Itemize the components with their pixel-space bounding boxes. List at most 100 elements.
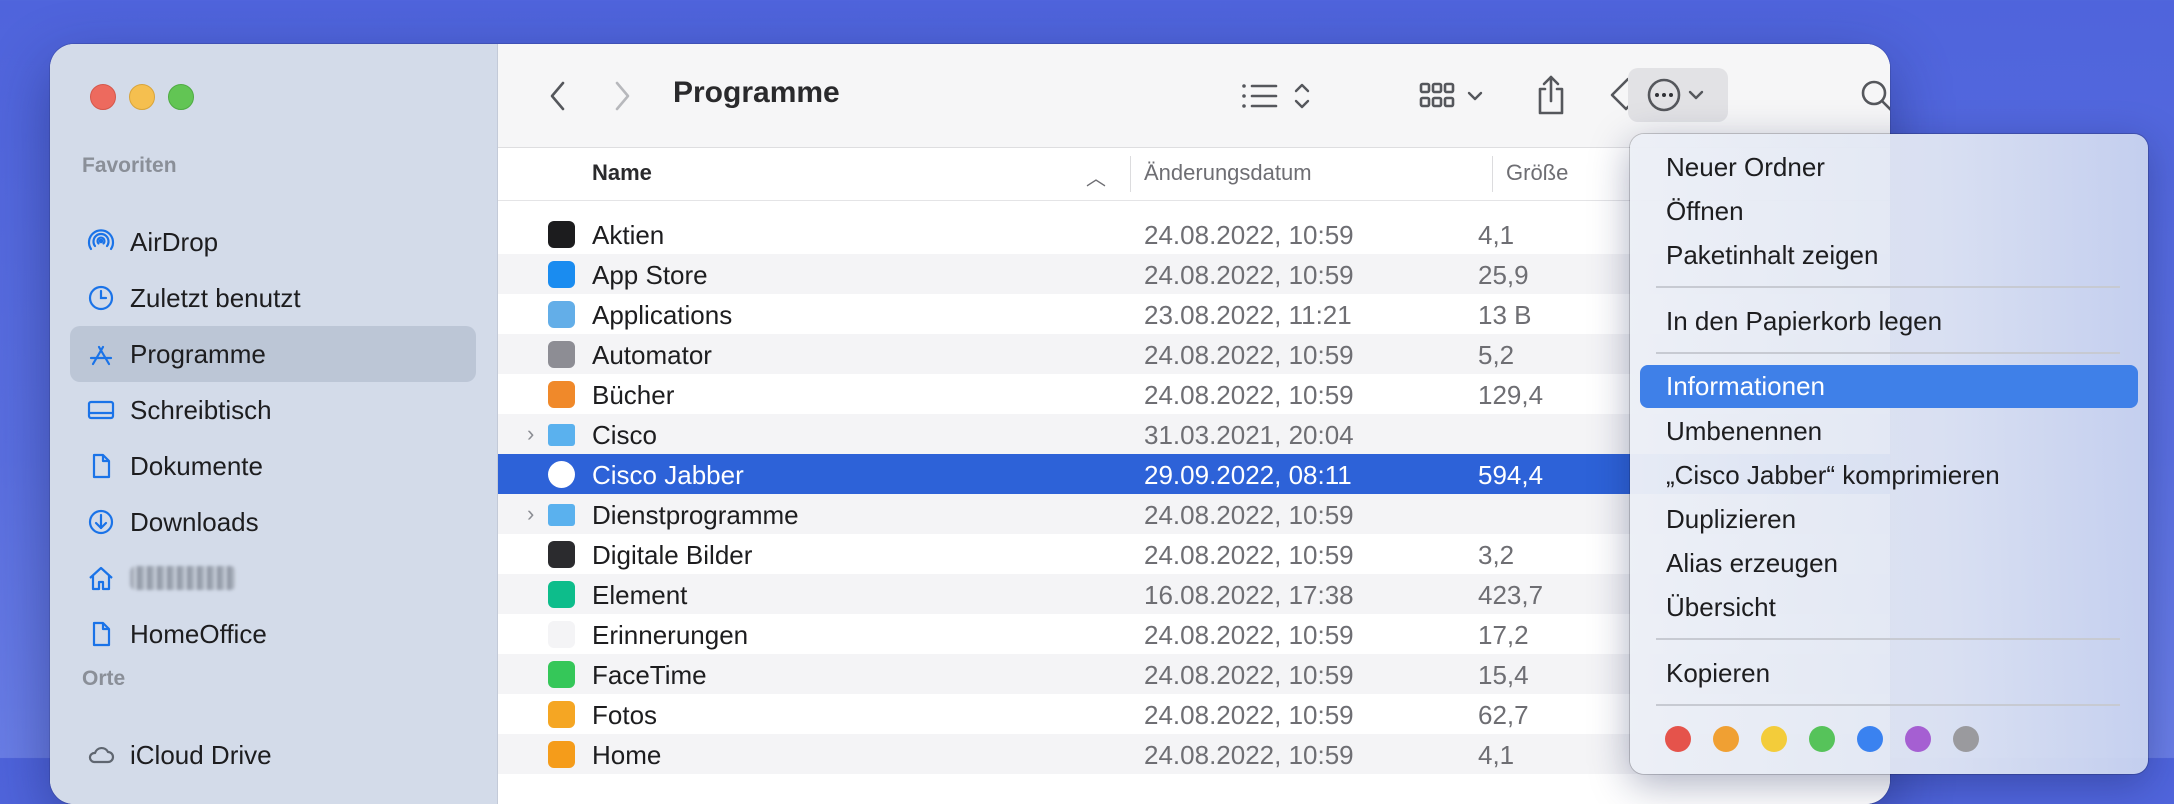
window-title: Programme xyxy=(673,76,840,109)
sidebar-item-documents[interactable]: Dokumente xyxy=(70,438,476,494)
app-icon xyxy=(548,661,575,688)
file-modified-date: 29.09.2022, 08:11 xyxy=(1144,460,1352,490)
search-button[interactable] xyxy=(1855,74,1890,118)
menu-item-move-to-trash[interactable]: In den Papierkorb legen xyxy=(1640,300,2138,343)
forward-button[interactable] xyxy=(602,76,642,116)
download-icon xyxy=(84,505,118,539)
app-icon xyxy=(548,461,575,488)
file-name: Aktien xyxy=(592,220,665,250)
cloud-icon xyxy=(84,738,118,772)
app-icon xyxy=(548,541,575,568)
file-name: Applications xyxy=(592,300,733,330)
menu-item-get-info[interactable]: Informationen xyxy=(1640,365,2138,408)
tag-color-dot[interactable] xyxy=(1809,726,1835,752)
ellipsis-circle-icon xyxy=(1647,78,1704,112)
sidebar-item-recents[interactable]: Zuletzt benutzt xyxy=(70,270,476,326)
app-icon xyxy=(548,621,575,648)
column-divider[interactable] xyxy=(1130,156,1131,192)
sidebar-item-airdrop[interactable]: AirDrop xyxy=(70,214,476,270)
sort-ascending-icon: ︿ xyxy=(1086,168,1106,190)
sidebar-item-icloud-drive[interactable]: iCloud Drive xyxy=(70,727,476,783)
file-modified-date: 24.08.2022, 10:59 xyxy=(1144,500,1354,530)
menu-item-open[interactable]: Öffnen xyxy=(1640,190,2138,233)
more-actions-button[interactable] xyxy=(1628,68,1728,122)
grid-icon xyxy=(1419,82,1483,108)
sidebar-item-label: AirDrop xyxy=(130,226,219,257)
file-modified-date: 24.08.2022, 10:59 xyxy=(1144,220,1354,250)
file-modified-date: 24.08.2022, 10:59 xyxy=(1144,620,1354,650)
document-icon xyxy=(84,449,118,483)
file-modified-date: 24.08.2022, 10:59 xyxy=(1144,540,1354,570)
column-divider[interactable] xyxy=(1492,156,1493,192)
list-view-button[interactable] xyxy=(1238,74,1318,118)
menu-item-new-folder[interactable]: Neuer Ordner xyxy=(1640,146,2138,189)
column-date[interactable]: Änderungsdatum xyxy=(1144,160,1312,186)
file-name: App Store xyxy=(592,260,708,290)
redacted-username xyxy=(130,566,236,590)
file-modified-date: 16.08.2022, 17:38 xyxy=(1144,580,1354,610)
column-size[interactable]: Größe xyxy=(1506,160,1568,186)
zoom-button[interactable] xyxy=(168,84,194,110)
minimize-button[interactable] xyxy=(129,84,155,110)
sidebar-item-label: Programme xyxy=(130,338,266,369)
app-icon xyxy=(548,301,575,328)
close-button[interactable] xyxy=(90,84,116,110)
tag-color-dot[interactable] xyxy=(1857,726,1883,752)
app-icon xyxy=(548,261,575,288)
menu-separator xyxy=(1656,638,2120,640)
sidebar-item-desktop[interactable]: Schreibtisch xyxy=(70,382,476,438)
sidebar-item-downloads[interactable]: Downloads xyxy=(70,494,476,550)
sidebar-item-label: Zuletzt benutzt xyxy=(130,282,301,313)
sidebar-item-label: iCloud Drive xyxy=(130,739,272,770)
app-icon xyxy=(548,741,575,768)
menu-item-show-package-contents[interactable]: Paketinhalt zeigen xyxy=(1640,234,2138,277)
menu-item-compress[interactable]: „Cisco Jabber“ komprimieren xyxy=(1640,454,2138,497)
file-name: Erinnerungen xyxy=(592,620,749,650)
menu-item-rename[interactable]: Umbenennen xyxy=(1640,410,2138,453)
share-button[interactable] xyxy=(1531,70,1571,120)
file-name: Fotos xyxy=(592,700,658,730)
tag-color-dot[interactable] xyxy=(1713,726,1739,752)
desktop-icon xyxy=(84,393,118,427)
menu-separator xyxy=(1656,704,2120,706)
share-icon xyxy=(1538,75,1564,115)
file-name: Cisco Jabber xyxy=(592,460,744,490)
sidebar-item-homeoffice[interactable]: HomeOffice xyxy=(70,606,476,662)
toolbar: Programme xyxy=(498,44,1890,148)
app-icon xyxy=(548,221,575,248)
menu-item-make-alias[interactable]: Alias erzeugen xyxy=(1640,542,2138,585)
sidebar: Favoriten AirDrop Zuletzt benutzt Progra… xyxy=(50,44,498,804)
file-modified-date: 24.08.2022, 10:59 xyxy=(1144,340,1354,370)
group-button[interactable] xyxy=(1418,74,1492,118)
list-view-icon xyxy=(1242,83,1310,109)
column-name[interactable]: Name xyxy=(592,160,652,186)
app-icon xyxy=(548,381,575,408)
sidebar-item-home[interactable] xyxy=(70,550,476,606)
disclosure-triangle-icon[interactable]: › xyxy=(527,503,541,525)
file-name: Bücher xyxy=(592,380,675,410)
file-name: Home xyxy=(592,740,662,770)
file-modified-date: 24.08.2022, 10:59 xyxy=(1144,660,1354,690)
file-name: Cisco xyxy=(592,420,658,450)
tag-color-dot[interactable] xyxy=(1953,726,1979,752)
file-modified-date: 24.08.2022, 10:59 xyxy=(1144,380,1354,410)
file-name: FaceTime xyxy=(592,660,707,690)
back-button[interactable] xyxy=(538,76,578,116)
menu-item-duplicate[interactable]: Duplizieren xyxy=(1640,498,2138,541)
menu-item-copy[interactable]: Kopieren xyxy=(1640,652,2138,695)
file-modified-date: 24.08.2022, 10:59 xyxy=(1144,740,1354,770)
file-name: Element xyxy=(592,580,688,610)
menu-item-quick-look[interactable]: Übersicht xyxy=(1640,586,2138,629)
app-icon xyxy=(548,581,575,608)
file-modified-date: 31.03.2021, 20:04 xyxy=(1144,420,1354,450)
menu-separator xyxy=(1656,352,2120,354)
sidebar-item-label: HomeOffice xyxy=(130,618,267,649)
sidebar-item-label: Schreibtisch xyxy=(130,394,272,425)
sidebar-header-favorites: Favoriten xyxy=(82,154,177,177)
tag-color-dot[interactable] xyxy=(1761,726,1787,752)
disclosure-triangle-icon[interactable]: › xyxy=(527,423,541,445)
airdrop-icon xyxy=(84,225,118,259)
tag-color-dot[interactable] xyxy=(1665,726,1691,752)
tag-color-dot[interactable] xyxy=(1905,726,1931,752)
sidebar-item-applications[interactable]: Programme xyxy=(70,326,476,382)
